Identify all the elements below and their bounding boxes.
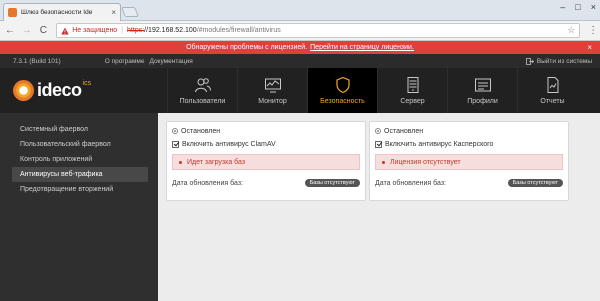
about-link[interactable]: О программе (105, 58, 145, 65)
main-nav: Пользователи Монитор Безопасность Сервер… (167, 68, 587, 113)
nav-profiles-label: Профили (467, 98, 498, 105)
browser-toolbar: ← → C Не защищено | https: //192.168.52.… (0, 21, 600, 41)
nav-server-label: Сервер (400, 98, 425, 105)
warning-icon (61, 27, 69, 35)
nav-reports-label: Отчеты (540, 98, 565, 105)
logo-text: ideco (37, 80, 82, 100)
license-alert-bar: Обнаружены проблемы с лицензией. Перейти… (0, 41, 600, 54)
window-controls: – □ × (560, 2, 596, 12)
users-icon (194, 76, 212, 94)
version-label: 7.3.1 (Build 101) (13, 57, 61, 65)
kaspersky-panel: Остановлен Включить антивирус Касперског… (369, 121, 569, 201)
nav-security-label: Безопасность (320, 98, 365, 105)
clamav-enable-row[interactable]: Включить антивирус ClamAV (172, 139, 360, 149)
forward-button[interactable]: → (20, 25, 34, 36)
bullet-icon (382, 160, 385, 164)
sidebar-item-user-firewall[interactable]: Пользовательский фаервол (12, 137, 148, 152)
sidebar-item-web-antivirus[interactable]: Антивирусы веб-трафика (12, 167, 148, 182)
sidebar-item-system-firewall[interactable]: Системный фаервол (12, 122, 148, 137)
url-host: //192.168.52.100 (144, 27, 197, 34)
clamav-db-badge: Базы отсутствуют (304, 179, 360, 187)
kaspersky-update-date: Дата обновления баз: Базы отсутствуют (375, 179, 563, 187)
clamav-status-text: Остановлен (181, 127, 221, 135)
nav-monitor[interactable]: Монитор (237, 68, 307, 113)
browser-tab[interactable]: Шлюз безопасности Ide × (3, 3, 121, 21)
sidebar-item-intrusion-prevention[interactable]: Предотвращение вторжений (12, 182, 148, 197)
logo-suffix: ics (82, 80, 92, 87)
logo-mark-icon (13, 80, 34, 101)
maximize-button[interactable]: □ (575, 2, 580, 12)
kaspersky-enable-checkbox[interactable] (375, 140, 382, 148)
sidebar-item-app-control[interactable]: Контроль приложений (12, 152, 148, 167)
kaspersky-db-badge: Базы отсутствуют (507, 179, 563, 187)
clamav-update-date: Дата обновления баз: Базы отсутствуют (172, 179, 360, 187)
stopped-status-icon (172, 128, 178, 134)
clamav-status: Остановлен (172, 126, 360, 136)
kaspersky-enable-label[interactable]: Включить антивирус Касперского (385, 141, 493, 148)
nav-reports[interactable]: Отчеты (517, 68, 587, 113)
shield-icon (334, 76, 352, 94)
kaspersky-message-text: Лицензия отсутствует (390, 158, 461, 166)
profiles-icon (474, 76, 492, 94)
minimize-button[interactable]: – (560, 2, 565, 12)
clamav-message-text: Идет загрузка баз (187, 158, 246, 166)
nav-security[interactable]: Безопасность (307, 68, 377, 113)
nav-profiles[interactable]: Профили (447, 68, 517, 113)
new-tab-button[interactable] (121, 7, 139, 17)
nav-users[interactable]: Пользователи (167, 68, 237, 113)
alert-text: Обнаружены проблемы с лицензией. (186, 44, 308, 51)
logout-icon (525, 57, 534, 65)
not-secure-label[interactable]: Не защищено (72, 27, 117, 34)
address-bar[interactable]: Не защищено | https: //192.168.52.100 /#… (56, 23, 581, 38)
clamav-panel: Остановлен Включить антивирус ClamAV Иде… (166, 121, 366, 201)
ideco-logo[interactable]: ideco ics (13, 80, 91, 101)
kaspersky-enable-row[interactable]: Включить антивирус Касперского (375, 139, 563, 149)
kaspersky-message: Лицензия отсутствует (375, 154, 563, 170)
reports-icon (544, 76, 562, 94)
clamav-enable-checkbox[interactable] (172, 140, 179, 148)
bullet-icon (179, 160, 182, 164)
stopped-status-icon (375, 128, 381, 134)
favicon-icon (8, 8, 17, 17)
bookmark-star-icon[interactable]: ☆ (567, 25, 575, 36)
clamav-enable-label[interactable]: Включить антивирус ClamAV (182, 141, 276, 148)
app-header: ideco ics Пользователи Монитор Безопасно… (0, 68, 600, 113)
app-topbar: 7.3.1 (Build 101) О программе Документац… (0, 54, 600, 68)
reload-button[interactable]: C (36, 25, 50, 36)
monitor-icon (264, 76, 282, 94)
main-content: Остановлен Включить антивирус ClamAV Иде… (158, 113, 600, 301)
kaspersky-status-text: Остановлен (384, 127, 424, 135)
nav-users-label: Пользователи (179, 98, 226, 105)
browser-titlebar: Шлюз безопасности Ide × – □ × (0, 0, 600, 21)
clamav-message: Идет загрузка баз (172, 154, 360, 170)
url-path: /#modules/firewall/antivirus (196, 27, 281, 34)
back-button[interactable]: ← (3, 25, 17, 36)
clamav-date-label: Дата обновления баз: (172, 179, 243, 187)
alert-close-icon[interactable]: × (587, 43, 592, 52)
kaspersky-date-label: Дата обновления баз: (375, 179, 446, 187)
server-icon (404, 76, 422, 94)
url-separator: | (121, 27, 124, 34)
security-sidebar: Системный фаервол Пользовательский фаерв… (0, 113, 158, 301)
logout-label: Выйти из системы (536, 57, 592, 65)
nav-monitor-label: Монитор (258, 98, 287, 105)
url-protocol: https: (127, 27, 145, 34)
kaspersky-status: Остановлен (375, 126, 563, 136)
license-page-link[interactable]: Перейти на страницу лицензии. (310, 44, 414, 51)
logout-link[interactable]: Выйти из системы (525, 57, 592, 65)
browser-menu-icon[interactable]: ⋮ (586, 25, 600, 36)
nav-server[interactable]: Сервер (377, 68, 447, 113)
close-window-button[interactable]: × (591, 2, 596, 12)
tab-title: Шлюз безопасности Ide (21, 9, 93, 16)
tab-close-icon[interactable]: × (111, 8, 116, 17)
docs-link[interactable]: Документация (149, 58, 192, 65)
